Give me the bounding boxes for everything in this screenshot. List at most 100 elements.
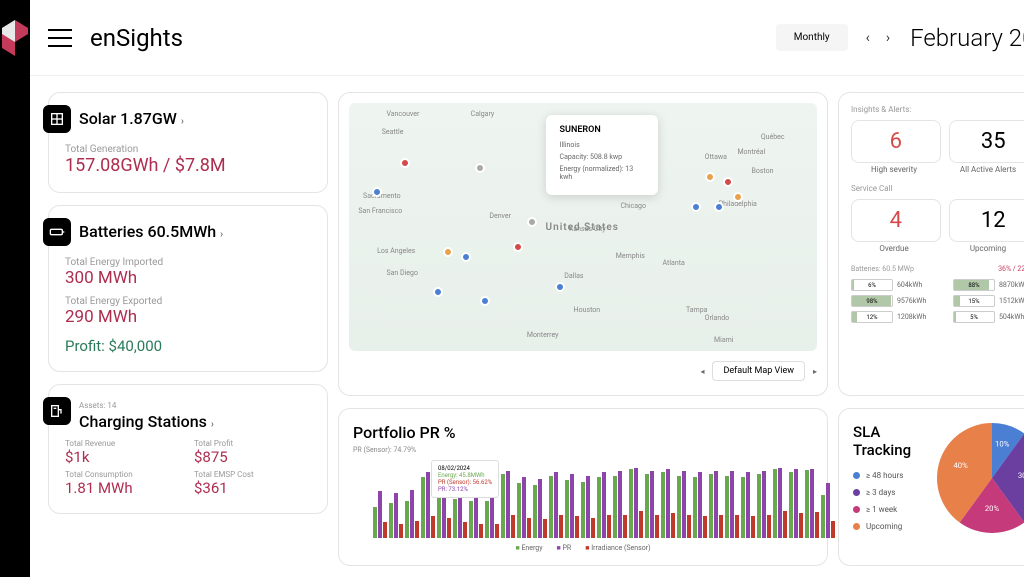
battery-row[interactable]: 6%604kWh <box>851 279 947 291</box>
export-value: 290 MWh <box>65 307 311 327</box>
chevron-right-icon: › <box>220 229 223 240</box>
city-label: Ottawa <box>705 153 727 161</box>
popup-name: SUNERON <box>560 125 644 135</box>
all-alerts-box[interactable]: 35 <box>949 120 1024 163</box>
city-label: Los Angeles <box>377 247 415 255</box>
popup-energy: Energy (normalized): 13 kwh <box>560 165 644 181</box>
map-marker[interactable] <box>513 242 523 252</box>
map-prev-icon[interactable]: ◂ <box>700 367 704 376</box>
pr-chart[interactable]: 08/02/2024 Energy: 45.8MWh PR (Sensor): … <box>353 460 813 538</box>
map-marker[interactable] <box>691 202 701 212</box>
emsp-label: Total EMSP Cost <box>194 470 311 479</box>
city-label: Kansas City <box>569 225 606 233</box>
battery-grid: 6%604kWh 88%8870kWh 98%9576kWh 15%1512kWh 12… <box>851 279 1024 337</box>
map-marker[interactable] <box>461 252 471 262</box>
city-label: San Francisco <box>358 207 402 215</box>
city-label: Atlanta <box>663 259 685 267</box>
chevron-right-icon[interactable]: › <box>851 327 1024 337</box>
profit-value: Profit: $40,000 <box>65 337 311 355</box>
pr-card: Portfolio PR % PR (Sensor): 74.79% 08/02… <box>338 408 828 566</box>
map-area[interactable]: United States Vancouver Calgary Seattle … <box>349 103 817 351</box>
prev-month-icon[interactable]: ‹ <box>866 30 870 46</box>
upcoming-box[interactable]: 12 <box>949 199 1024 242</box>
solar-gen-label: Total Generation <box>65 144 311 155</box>
city-label: Québec <box>761 133 785 141</box>
charging-card: Assets: 14 Charging Stations› Total Reve… <box>48 384 328 514</box>
city-label: Dallas <box>564 272 583 280</box>
map-marker[interactable] <box>527 217 537 227</box>
charging-icon <box>43 397 71 425</box>
city-label: Montréal <box>737 148 765 156</box>
all-num: 35 <box>954 129 1024 154</box>
popup-loc: Illinois <box>560 141 644 149</box>
all-label: All Active Alerts <box>945 165 1024 174</box>
svg-text:30%: 30% <box>1018 471 1024 480</box>
sla-title: SLA Tracking <box>853 423 937 459</box>
chevron-right-icon: › <box>181 116 184 127</box>
batt-header-right: 36% / 22.2 MWh <box>998 265 1024 273</box>
upcoming-num: 12 <box>954 208 1024 233</box>
battery-row[interactable]: 12%1208kWh <box>851 311 947 323</box>
assets-label: Assets: 14 <box>79 401 311 410</box>
map-marker[interactable] <box>480 296 490 306</box>
batteries-card: Batteries 60.5MWh› Total Energy Imported… <box>48 205 328 372</box>
sla-pie-chart[interactable]: 10%30%20%40% <box>937 423 1024 533</box>
map-marker[interactable] <box>443 247 453 257</box>
map-marker[interactable] <box>733 192 743 202</box>
alerts-card: Insights & Alerts: 6 35 › High severity … <box>838 92 1024 396</box>
city-label: Vancouver <box>386 110 419 118</box>
battery-row[interactable]: 15%1512kWh <box>953 295 1024 307</box>
city-label: Memphis <box>616 252 645 260</box>
map-marker[interactable] <box>714 202 724 212</box>
city-label: Sacramento <box>363 192 401 200</box>
rev-value: $1k <box>65 448 182 466</box>
map-marker[interactable] <box>723 177 733 187</box>
map-marker[interactable] <box>705 172 715 182</box>
city-label: Seattle <box>382 128 404 136</box>
export-label: Total Energy Exported <box>65 296 311 307</box>
city-label: Miami <box>714 336 733 344</box>
charging-title[interactable]: Charging Stations› <box>79 412 311 431</box>
city-label: Calgary <box>471 110 495 118</box>
solar-title[interactable]: Solar 1.87GW› <box>79 109 311 128</box>
monthly-button[interactable]: Monthly <box>776 24 848 51</box>
map-popup: SUNERON Illinois Capacity: 508.8 kwp Ene… <box>546 115 658 195</box>
chevron-right-icon: › <box>211 419 214 430</box>
charging-profit-value: $875 <box>194 448 311 466</box>
high-severity-box[interactable]: 6 <box>851 120 941 163</box>
map-mode-button[interactable]: Default Map View <box>712 361 805 381</box>
next-month-icon[interactable]: › <box>886 30 890 46</box>
cons-label: Total Consumption <box>65 470 182 479</box>
solar-gen-value: 157.08GWh / $7.8M <box>65 155 311 176</box>
batt-header-left: Batteries: 60.5 MWp <box>851 265 914 273</box>
sidebar <box>0 0 30 577</box>
map-marker[interactable] <box>400 158 410 168</box>
menu-icon[interactable] <box>48 29 72 47</box>
svg-text:40%: 40% <box>953 461 968 470</box>
overdue-box[interactable]: 4 <box>851 199 941 242</box>
import-label: Total Energy Imported <box>65 257 311 268</box>
battery-row[interactable]: 5%504kWh <box>953 311 1024 323</box>
battery-row[interactable]: 98%9576kWh <box>851 295 947 307</box>
month-label: February 2024 <box>910 24 1024 52</box>
topbar: enSights Monthly ‹ › February 2024 <box>30 0 1024 76</box>
battery-row[interactable]: 88%8870kWh <box>953 279 1024 291</box>
city-label: Chicago <box>620 202 646 210</box>
logo-icon <box>0 20 30 56</box>
city-label: Orlando <box>705 314 730 322</box>
map-marker[interactable] <box>433 287 443 297</box>
city-label: Denver <box>489 212 511 220</box>
overdue-label: Overdue <box>851 244 937 253</box>
import-value: 300 MWh <box>65 268 311 288</box>
emsp-value: $361 <box>194 479 311 497</box>
city-label: Boston <box>751 167 773 175</box>
pr-tooltip: 08/02/2024 Energy: 45.8MWh PR (Sensor): … <box>431 460 499 498</box>
svg-text:10%: 10% <box>995 440 1010 449</box>
solar-card: Solar 1.87GW› Total Generation 157.08GWh… <box>48 92 328 193</box>
map-marker[interactable] <box>475 163 485 173</box>
cons-value: 1.81 MWh <box>65 479 182 497</box>
batteries-title[interactable]: Batteries 60.5MWh› <box>79 222 311 241</box>
solar-icon <box>43 105 71 133</box>
map-next-icon[interactable]: ▸ <box>813 367 817 376</box>
map-marker[interactable] <box>555 282 565 292</box>
